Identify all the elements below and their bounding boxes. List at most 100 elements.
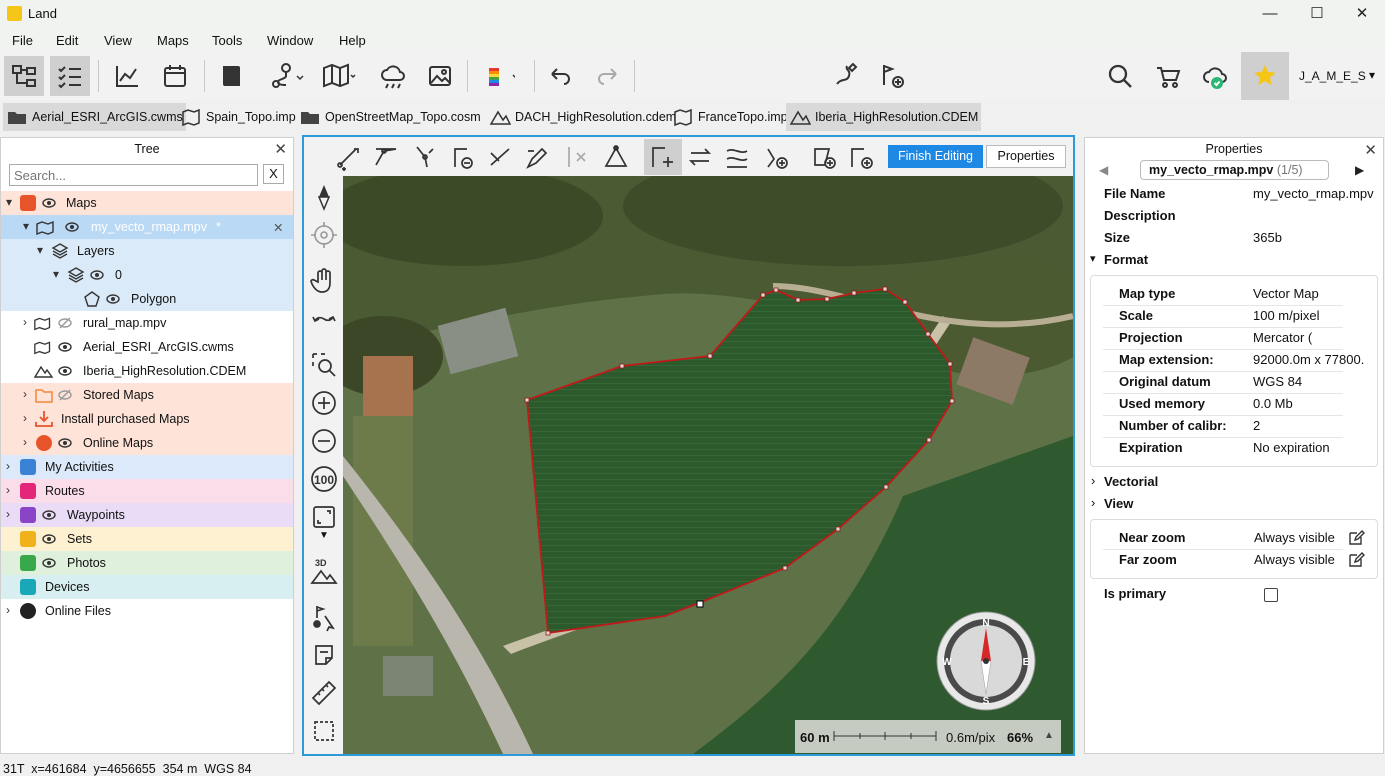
menu-maps[interactable]: Maps: [157, 33, 189, 48]
finish-editing-button[interactable]: Finish Editing: [888, 145, 983, 168]
eye-icon[interactable]: [105, 292, 121, 306]
minimize-button[interactable]: —: [1247, 2, 1293, 26]
menu-tools[interactable]: Tools: [212, 33, 242, 48]
tree-view-icon[interactable]: [4, 56, 44, 96]
menu-window[interactable]: Window: [267, 33, 313, 48]
compass-icon[interactable]: N S E W: [935, 610, 1037, 712]
eye-icon[interactable]: [89, 268, 105, 282]
eye-icon[interactable]: [41, 196, 57, 210]
expand-arrow-icon[interactable]: ▾: [53, 267, 59, 281]
properties-close-button[interactable]: ✕: [1364, 141, 1377, 159]
scale-bar[interactable]: 60 m 0.6m/pix 66% ▲: [795, 720, 1061, 753]
tree-item-my-activities[interactable]: › My Activities: [1, 455, 293, 479]
tree-item-polygon[interactable]: Polygon: [1, 287, 293, 311]
maximize-button[interactable]: ☐: [1294, 2, 1340, 26]
tree-item-stored-maps[interactable]: › Stored Maps: [1, 383, 293, 407]
properties-button[interactable]: Properties: [986, 145, 1066, 168]
calendar-icon[interactable]: [155, 56, 195, 96]
ruler-icon[interactable]: [307, 676, 341, 710]
expand-vectorial-icon[interactable]: ›: [1091, 473, 1095, 488]
file-tab-france-topo[interactable]: FranceTopo.imp: [669, 103, 791, 131]
menu-edit[interactable]: Edit: [56, 33, 78, 48]
triangle-vertex-icon[interactable]: [598, 139, 634, 175]
prev-item-button[interactable]: ◀: [1099, 163, 1108, 177]
expand-arrow-icon[interactable]: ▾: [37, 243, 43, 257]
file-tab-dach[interactable]: DACH_HighResolution.cdem: [486, 103, 679, 131]
edit-note-icon[interactable]: [307, 638, 341, 672]
file-tab-osm-topo[interactable]: OpenStreetMap_Topo.cosm: [296, 103, 484, 131]
expand-arrow-icon[interactable]: ›: [23, 411, 27, 425]
zoom-caret-icon[interactable]: ▲: [1044, 730, 1054, 741]
book-icon[interactable]: [211, 56, 251, 96]
tree-item-rural-map[interactable]: › rural_map.mpv: [1, 311, 293, 335]
eye-icon[interactable]: [41, 556, 57, 570]
eye-icon[interactable]: [57, 364, 73, 378]
tree-item-maps[interactable]: ▾ Maps: [1, 191, 293, 215]
tree-item-routes[interactable]: › Routes: [1, 479, 293, 503]
expand-arrow-icon[interactable]: ▾: [23, 219, 29, 233]
expand-arrow-icon[interactable]: ▾: [6, 195, 12, 209]
tree-item-layers[interactable]: ▾ Layers: [1, 239, 293, 263]
map-canvas[interactable]: N S E W: [343, 176, 1073, 754]
add-waypoint-icon[interactable]: [872, 56, 912, 96]
tree-item-iberia-cdem[interactable]: Iberia_HighResolution.CDEM: [1, 359, 293, 383]
zoom-area-icon[interactable]: [307, 348, 341, 382]
3d-view-icon[interactable]: 3D: [307, 554, 341, 588]
zoom-100-icon[interactable]: 100: [307, 462, 341, 496]
is-primary-checkbox[interactable]: [1264, 588, 1278, 602]
menu-file[interactable]: File: [12, 33, 33, 48]
next-item-button[interactable]: ▶: [1355, 163, 1364, 177]
expand-arrow-icon[interactable]: ›: [6, 603, 10, 617]
draw-line-icon[interactable]: [332, 139, 368, 175]
tree-item-waypoints[interactable]: › Waypoints: [1, 503, 293, 527]
view-section-title[interactable]: View: [1104, 496, 1133, 511]
tree-item-online-files[interactable]: › Online Files: [1, 599, 293, 623]
cart-icon[interactable]: [1148, 56, 1188, 96]
edit-far-zoom-icon[interactable]: [1347, 551, 1365, 569]
reverse-line-icon[interactable]: [682, 139, 718, 175]
item-selector[interactable]: my_vecto_rmap.mpv (1/5): [1140, 160, 1329, 180]
eye-icon[interactable]: [57, 436, 73, 450]
edit-near-zoom-icon[interactable]: [1347, 529, 1365, 547]
north-arrow-icon[interactable]: [307, 180, 341, 214]
tree-close-button[interactable]: ✕: [274, 140, 287, 158]
fit-to-screen-icon[interactable]: [307, 500, 341, 534]
smooth-line-icon[interactable]: [719, 139, 755, 175]
tree-item-devices[interactable]: Devices: [1, 575, 293, 599]
tree-search-input[interactable]: [9, 164, 258, 186]
tree-item-install-purchased[interactable]: › Install purchased Maps: [1, 407, 293, 431]
checklist-icon[interactable]: [50, 56, 90, 96]
tools-expand-caret-icon[interactable]: ▼: [307, 530, 341, 544]
color-palette-icon[interactable]: [475, 56, 520, 96]
cloud-sync-icon[interactable]: [1196, 56, 1236, 96]
eye-icon[interactable]: [41, 532, 57, 546]
file-tab-aerial[interactable]: Aerial_ESRI_ArcGIS.cwms: [3, 103, 186, 131]
tree-search-clear-button[interactable]: X: [263, 164, 284, 184]
undo-icon[interactable]: [540, 56, 580, 96]
select-rectangle-icon[interactable]: [307, 714, 341, 748]
tree-item-online-maps[interactable]: › Online Maps: [1, 431, 293, 455]
expand-arrow-icon[interactable]: ›: [6, 459, 10, 473]
tree-item-sets[interactable]: Sets: [1, 527, 293, 551]
close-button[interactable]: ✕: [1339, 2, 1385, 26]
expand-arrow-icon[interactable]: ›: [23, 387, 27, 401]
route-icon[interactable]: [264, 56, 304, 96]
eye-hidden-icon[interactable]: [57, 388, 73, 402]
expand-arrow-icon[interactable]: ›: [6, 483, 10, 497]
format-section-title[interactable]: Format: [1104, 252, 1148, 267]
add-polygon-icon[interactable]: [806, 139, 842, 175]
collapse-format-icon[interactable]: ▾: [1090, 252, 1096, 265]
eye-icon[interactable]: [41, 508, 57, 522]
user-name[interactable]: J_A_M_E_S: [1299, 69, 1366, 83]
favorite-star-icon[interactable]: [1241, 52, 1289, 100]
weather-icon[interactable]: [373, 56, 413, 96]
eye-hidden-icon[interactable]: [57, 316, 73, 330]
select-waypoint-icon[interactable]: [307, 600, 341, 634]
vectorial-section-title[interactable]: Vectorial: [1104, 474, 1158, 489]
expand-arrow-icon[interactable]: ›: [23, 315, 27, 329]
expand-arrow-icon[interactable]: ›: [23, 435, 27, 449]
add-vertex-icon[interactable]: [368, 139, 404, 175]
map-fold-icon[interactable]: [316, 56, 356, 96]
close-map-icon[interactable]: ✕: [273, 220, 283, 235]
chart-icon[interactable]: [107, 56, 147, 96]
